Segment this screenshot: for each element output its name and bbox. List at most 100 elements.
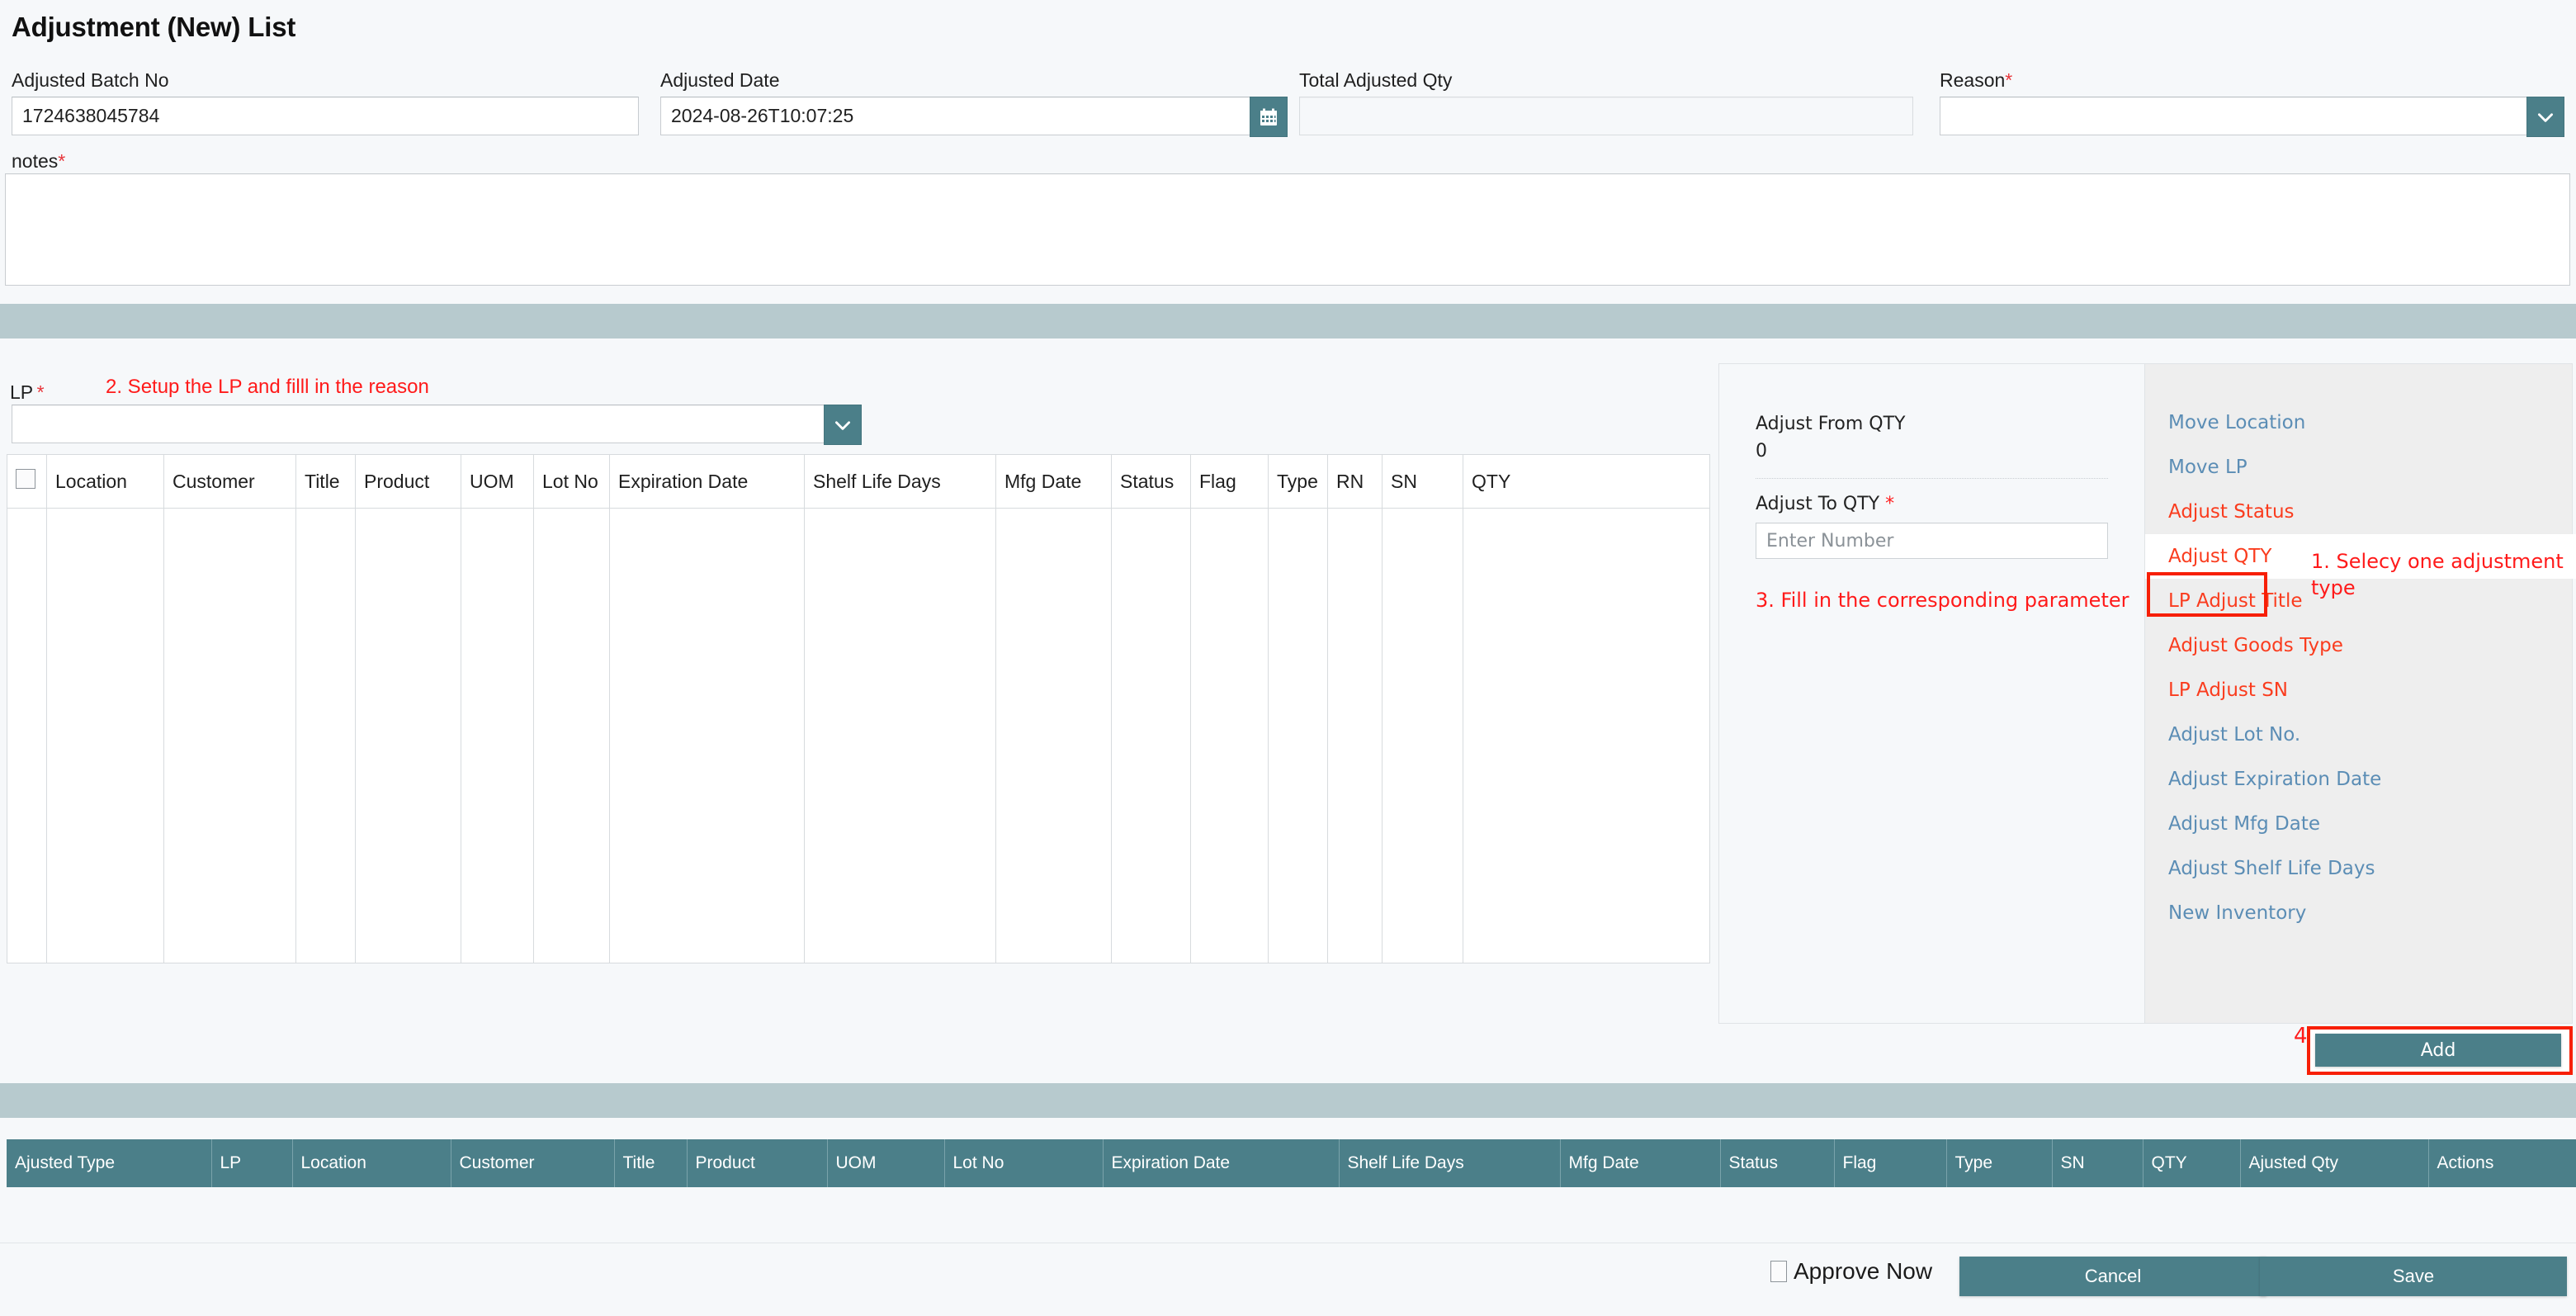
type-item-lp-adjust-sn[interactable]: LP Adjust SN bbox=[2145, 668, 2572, 712]
chevron-down-icon[interactable] bbox=[824, 405, 862, 445]
result-col-shelf-life-days[interactable]: Shelf Life Days bbox=[1339, 1139, 1560, 1187]
lp-col-type[interactable]: Type bbox=[1269, 455, 1328, 509]
notes-required-mark: * bbox=[58, 150, 65, 172]
result-table-empty-body bbox=[7, 1191, 2572, 1233]
adjusted-batch-no-label: Adjusted Batch No bbox=[12, 69, 639, 92]
lp-col-customer[interactable]: Customer bbox=[164, 455, 296, 509]
lp-empty-cell bbox=[1383, 509, 1463, 963]
lp-label-wrap: LP * bbox=[10, 381, 45, 404]
lp-empty-cell bbox=[7, 509, 47, 963]
adjustment-config-panel: Adjust From QTY 0 Adjust To QTY * Enter … bbox=[1718, 363, 2573, 1024]
lp-empty-cell bbox=[1269, 509, 1328, 963]
annotation-step-3: 3. Fill in the corresponding parameter bbox=[1756, 589, 2108, 612]
lp-col-product[interactable]: Product bbox=[356, 455, 461, 509]
lp-col-mfg-date[interactable]: Mfg Date bbox=[996, 455, 1112, 509]
reason-label-wrap: Reason* bbox=[1940, 69, 2564, 92]
save-button[interactable]: Save bbox=[2260, 1257, 2567, 1296]
adjust-from-qty-label: Adjust From QTY bbox=[1756, 414, 2108, 434]
add-button[interactable]: Add bbox=[2315, 1034, 2561, 1067]
result-col-ajusted-qty[interactable]: Ajusted Qty bbox=[2240, 1139, 2428, 1187]
total-adjusted-qty-label: Total Adjusted Qty bbox=[1299, 69, 1913, 92]
lp-empty-cell bbox=[1112, 509, 1191, 963]
lp-col-title[interactable]: Title bbox=[296, 455, 356, 509]
result-col-title[interactable]: Title bbox=[614, 1139, 687, 1187]
lp-col-location[interactable]: Location bbox=[47, 455, 164, 509]
type-item-adjust-status[interactable]: Adjust Status bbox=[2145, 490, 2572, 534]
lp-inventory-table: Location Customer Title Product UOM Lot … bbox=[7, 454, 1710, 963]
type-item-adjust-lot-no[interactable]: Adjust Lot No. bbox=[2145, 712, 2572, 757]
select-all-checkbox[interactable] bbox=[16, 469, 35, 489]
result-col-type[interactable]: Type bbox=[1946, 1139, 2052, 1187]
section-separator-top bbox=[0, 304, 2576, 338]
lp-col-flag[interactable]: Flag bbox=[1191, 455, 1269, 509]
lp-col-lot-no[interactable]: Lot No bbox=[534, 455, 610, 509]
result-col-location[interactable]: Location bbox=[292, 1139, 451, 1187]
adjust-from-qty-value: 0 bbox=[1756, 441, 2108, 462]
result-col-product[interactable]: Product bbox=[687, 1139, 827, 1187]
parameter-divider bbox=[1756, 478, 2108, 479]
result-col-expiration-date[interactable]: Expiration Date bbox=[1103, 1139, 1339, 1187]
page-title: Adjustment (New) List bbox=[12, 12, 295, 43]
cancel-button[interactable]: Cancel bbox=[1959, 1257, 2266, 1296]
field-reason: Reason* bbox=[1940, 69, 2564, 137]
reason-label: Reason bbox=[1940, 69, 2005, 91]
approve-now-toggle[interactable]: Approve Now bbox=[1770, 1258, 1932, 1285]
type-item-move-lp[interactable]: Move LP bbox=[2145, 445, 2572, 490]
lp-col-sn[interactable]: SN bbox=[1383, 455, 1463, 509]
lp-select[interactable] bbox=[12, 405, 862, 445]
header-form-section: Adjustment (New) List Adjusted Batch No … bbox=[0, 0, 2576, 304]
result-col-customer[interactable]: Customer bbox=[451, 1139, 614, 1187]
field-total-adjusted-qty: Total Adjusted Qty bbox=[1299, 69, 1913, 135]
result-col-ajusted-type[interactable]: Ajusted Type bbox=[7, 1139, 211, 1187]
lp-col-status[interactable]: Status bbox=[1112, 455, 1191, 509]
lp-empty-cell bbox=[164, 509, 296, 963]
lp-col-qty[interactable]: QTY bbox=[1463, 455, 1710, 509]
type-item-adjust-mfg-date[interactable]: Adjust Mfg Date bbox=[2145, 802, 2572, 846]
lp-table-header-row: Location Customer Title Product UOM Lot … bbox=[7, 455, 1710, 509]
result-col-flag[interactable]: Flag bbox=[1834, 1139, 1946, 1187]
lp-select-value[interactable] bbox=[12, 405, 824, 443]
adjusted-batch-no-input[interactable]: 1724638045784 bbox=[12, 97, 639, 135]
calendar-icon[interactable] bbox=[1250, 97, 1288, 137]
lp-col-uom[interactable]: UOM bbox=[461, 455, 534, 509]
lp-empty-cell bbox=[996, 509, 1112, 963]
result-col-mfg-date[interactable]: Mfg Date bbox=[1560, 1139, 1720, 1187]
lp-table-select-all-cell bbox=[7, 455, 47, 509]
lp-col-shelf-life-days[interactable]: Shelf Life Days bbox=[805, 455, 996, 509]
result-col-lp[interactable]: LP bbox=[211, 1139, 292, 1187]
type-item-move-location[interactable]: Move Location bbox=[2145, 400, 2572, 445]
type-item-adjust-goods-type[interactable]: Adjust Goods Type bbox=[2145, 623, 2572, 668]
adjust-to-qty-input[interactable]: Enter Number bbox=[1756, 523, 2108, 559]
notes-textarea[interactable] bbox=[5, 173, 2570, 286]
adjustment-parameter-pane: Adjust From QTY 0 Adjust To QTY * Enter … bbox=[1719, 364, 2145, 1023]
result-col-status[interactable]: Status bbox=[1720, 1139, 1834, 1187]
adjustment-result-table: Ajusted Type LP Location Customer Title … bbox=[7, 1139, 2576, 1187]
lp-label: LP bbox=[10, 381, 33, 403]
app-page: Adjustment (New) List Adjusted Batch No … bbox=[0, 0, 2576, 1315]
adjust-to-qty-label: Adjust To QTY bbox=[1756, 494, 1879, 514]
reason-select-value[interactable] bbox=[1940, 97, 2526, 135]
type-item-adjust-shelf-life-days[interactable]: Adjust Shelf Life Days bbox=[2145, 846, 2572, 891]
lp-empty-cell bbox=[461, 509, 534, 963]
result-col-sn[interactable]: SN bbox=[2052, 1139, 2143, 1187]
annotation-step-2: 2. Setup the LP and filll in the reason bbox=[106, 376, 429, 399]
lp-empty-cell bbox=[1328, 509, 1383, 963]
result-col-uom[interactable]: UOM bbox=[827, 1139, 944, 1187]
adjustment-type-list: Move Location Move LP Adjust Status Adju… bbox=[2145, 400, 2572, 935]
result-col-qty[interactable]: QTY bbox=[2143, 1139, 2240, 1187]
lp-col-rn[interactable]: RN bbox=[1328, 455, 1383, 509]
approve-now-checkbox[interactable] bbox=[1770, 1261, 1787, 1282]
lp-empty-cell bbox=[534, 509, 610, 963]
type-item-new-inventory[interactable]: New Inventory bbox=[2145, 891, 2572, 935]
lp-col-expiration-date[interactable]: Expiration Date bbox=[610, 455, 805, 509]
result-col-actions[interactable]: Actions bbox=[2428, 1139, 2576, 1187]
field-adjusted-date: Adjusted Date 2024-08-26T10:07:25 bbox=[660, 69, 1288, 137]
adjusted-date-input[interactable]: 2024-08-26T10:07:25 bbox=[660, 97, 1250, 135]
adjusted-date-label: Adjusted Date bbox=[660, 69, 1288, 92]
adjust-to-qty-required-mark: * bbox=[1885, 494, 1894, 514]
result-col-lot-no[interactable]: Lot No bbox=[944, 1139, 1103, 1187]
result-table-header-row: Ajusted Type LP Location Customer Title … bbox=[7, 1139, 2576, 1187]
section-separator-bottom bbox=[0, 1083, 2576, 1118]
type-item-adjust-expiration-date[interactable]: Adjust Expiration Date bbox=[2145, 757, 2572, 802]
chevron-down-icon[interactable] bbox=[2526, 97, 2564, 137]
